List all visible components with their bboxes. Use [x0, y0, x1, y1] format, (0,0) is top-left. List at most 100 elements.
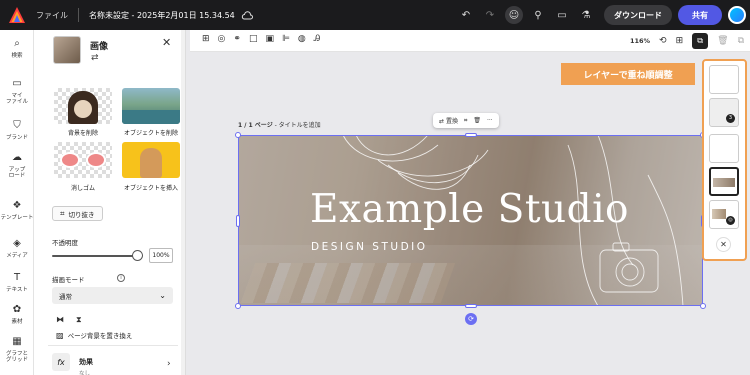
rail-item-media[interactable]: ◈ メディア [0, 238, 34, 259]
history-icon[interactable]: ⟲ [659, 36, 667, 46]
resize-handle-top[interactable] [465, 133, 477, 137]
square-icon[interactable]: □ [249, 34, 258, 44]
opacity-slider-knob[interactable] [132, 250, 143, 261]
rail-item-templates[interactable]: ❖ テンプレート [0, 200, 34, 221]
download-button[interactable]: ダウンロード [604, 5, 672, 25]
layer-item[interactable] [709, 134, 739, 163]
glasses-left [60, 152, 80, 168]
undo-icon[interactable]: ↶ [457, 6, 475, 24]
flask-icon[interactable]: ⚗ [577, 6, 595, 24]
upload-icon: ☁ [12, 152, 22, 163]
close-icon[interactable]: ✕ [716, 237, 731, 252]
opacity-value-field[interactable]: 100% [149, 248, 173, 263]
opacity-slider-track[interactable] [52, 255, 138, 257]
redo-icon[interactable]: ↷ [481, 6, 499, 24]
info-icon[interactable]: i [117, 274, 125, 282]
replace-background-icon: ▨ [56, 330, 64, 340]
link-icon[interactable]: ⚭ [233, 34, 241, 44]
rail-item-elements[interactable]: ✿ 素材 [0, 304, 34, 325]
rail-item-grids[interactable]: ▦ グラフと グリッド [0, 336, 34, 364]
remove-background-tool[interactable] [54, 88, 112, 124]
layer-item[interactable]: 3 [709, 98, 739, 127]
comment-icon[interactable]: ▭ [553, 6, 571, 24]
flip-horizontal-icon[interactable]: ⧓ [56, 315, 64, 325]
rail-item-upload[interactable]: ☁ アップ ロード [0, 152, 34, 180]
rail-item-search[interactable]: ⌕ 検索 [0, 38, 34, 59]
effects-icon[interactable]: fx [52, 353, 70, 371]
rotate-icon[interactable]: ⟳ [465, 313, 477, 325]
crop-icon: ⌗ [60, 208, 65, 218]
effects-title[interactable]: 効果 [79, 357, 93, 367]
banner-title[interactable]: Example Studio [310, 187, 629, 232]
crop-icon[interactable]: ⌗ [464, 117, 467, 125]
canvas-toolbar-right: 116% ⟲ ⊞ ⧉ 🗑 ⧉ [630, 33, 744, 49]
page-label[interactable]: 1 / 1 ページ - タイトルを追加 [238, 120, 321, 129]
blend-mode-value: 通常 [59, 292, 72, 301]
chevron-right-icon[interactable]: › [167, 359, 171, 369]
document-title[interactable]: 名称未設定 - 2025年2月01日 15.34.54 [89, 10, 235, 21]
user-icon[interactable]: ☺ [505, 6, 523, 24]
tool-label: オブジェクトを挿入 [123, 185, 178, 192]
layer-item[interactable] [709, 65, 739, 94]
panel-scrollbar[interactable] [181, 30, 185, 375]
translate-icon[interactable]: Ꭿ [314, 34, 321, 44]
banner-subtitle[interactable]: DESIGN STUDIO [311, 241, 428, 253]
share-button[interactable]: 共有 [678, 5, 722, 25]
resize-handle-bottom-right[interactable] [700, 303, 706, 309]
replace-label: 置換 [445, 118, 458, 125]
resize-handle-bottom-left[interactable] [235, 303, 241, 309]
resize-handle-bottom[interactable] [465, 304, 477, 308]
layer-item[interactable]: ◎ [709, 200, 739, 229]
adobe-express-logo[interactable] [8, 6, 26, 24]
annotation-callout: レイヤーで重ね順調整 [561, 63, 695, 85]
insert-object-tool[interactable] [122, 142, 180, 178]
rail-item-text[interactable]: T テキスト [0, 272, 34, 293]
zoom-level[interactable]: 116% [630, 37, 650, 45]
banner-image[interactable]: Example Studio DESIGN STUDIO [238, 135, 703, 306]
rail-item-label: グラフと グリッド [5, 350, 28, 364]
file-menu[interactable]: ファイル [36, 10, 68, 21]
rail-item-label: マイ ファイル [5, 92, 28, 106]
canvas-tool-icons: ⊞ ◎ ⚭ □ ▣ ⊫ ◍ Ꭿ [202, 34, 320, 44]
replace-icon[interactable]: ⇄ 置換 [439, 116, 458, 125]
blend-mode-select[interactable]: 通常 ⌄ [52, 287, 173, 304]
layer-item-selected[interactable] [709, 167, 739, 196]
flip-vertical-icon[interactable]: ⧗ [76, 315, 82, 325]
crop-button-label: 切り抜き [68, 210, 95, 219]
avatar[interactable] [728, 6, 746, 24]
replace-image-icon[interactable]: ⇄ [91, 53, 99, 63]
remove-object-tool[interactable] [122, 88, 180, 124]
grid-view-icon[interactable]: ⊞ [676, 36, 684, 46]
media-icon: ◈ [13, 238, 21, 249]
ai-generate-icon[interactable]: ⊞ [202, 34, 210, 44]
eraser-tool[interactable] [54, 142, 112, 178]
close-icon[interactable]: ✕ [162, 36, 171, 49]
frame-icon[interactable]: ▣ [265, 34, 274, 44]
rail-item-label: 素材 [11, 318, 23, 325]
animation-icon[interactable]: ◍ [298, 34, 306, 44]
replace-background-label: ページ背景を置き換え [67, 332, 133, 340]
resize-handle-top-left[interactable] [235, 132, 241, 138]
replace-page-background[interactable]: ▨ ページ背景を置き換え [56, 330, 133, 341]
lightbulb-icon[interactable]: ⚲ [529, 6, 547, 24]
layer-count-badge: 3 [726, 114, 735, 123]
tool-label: オブジェクトを削除 [123, 130, 178, 137]
left-rail: ⌕ 検索 ▭ マイ ファイル ⛉ ブランド ☁ アップ ロード ❖ テンプレート… [0, 30, 34, 375]
layers-icon[interactable]: ⧉ [692, 33, 709, 49]
crop-button[interactable]: ⌗ 切り抜き [52, 206, 103, 221]
rail-item-brand[interactable]: ⛉ ブランド [0, 120, 34, 141]
rail-item-my-files[interactable]: ▭ マイ ファイル [0, 78, 34, 106]
palette-icon[interactable]: ◎ [218, 34, 226, 44]
brand-icon: ⛉ [13, 120, 21, 131]
page-number: 1 / 1 ページ [238, 122, 273, 129]
delete-icon[interactable]: 🗑 [717, 36, 728, 46]
align-icon[interactable]: ⊫ [282, 34, 290, 44]
tool-label: 背景を削除 [67, 130, 98, 137]
page-title-placeholder[interactable]: - タイトルを追加 [273, 122, 321, 129]
more-icon[interactable]: ··· [487, 117, 493, 124]
duplicate-icon[interactable]: ⧉ [738, 36, 744, 46]
image-panel: 画像 ⇄ ✕ 背景を削除 オブジェクトを削除 消しゴム オブジェクトを挿入 ⌗ … [34, 30, 186, 375]
delete-icon[interactable]: 🗑 [473, 117, 481, 124]
resize-handle-left[interactable] [236, 215, 240, 227]
glasses-right [86, 152, 106, 168]
